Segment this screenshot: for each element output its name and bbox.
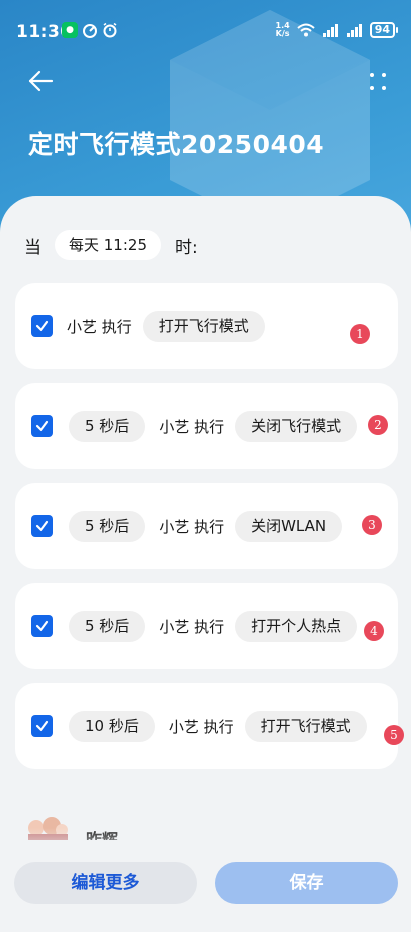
checkmark-icon [35,720,49,732]
step-badge: 3 [362,515,382,535]
action-pill[interactable]: 关闭飞行模式 [235,410,358,442]
action-card-2[interactable]: 5 秒后 小艺 执行 关闭飞行模式 2 [15,383,398,469]
executor-label: 小艺 执行 [159,517,225,536]
more-options-icon[interactable] [367,70,389,94]
speedometer-icon [83,24,97,38]
action-checkbox[interactable] [31,715,53,737]
signal-icon [322,24,338,37]
action-checkbox[interactable] [31,415,53,437]
save-button[interactable]: 保存 [215,862,398,904]
action-card-3[interactable]: 5 秒后 小艺 执行 关闭WLAN 3 [15,483,398,569]
step-badge: 1 [350,324,370,344]
signal-icon-2 [346,24,362,37]
checkmark-icon [35,420,49,432]
checkmark-icon [35,520,49,532]
network-speed: 1.4 K/s [275,21,290,38]
trigger-suffix: 时: [175,237,198,258]
action-checkbox[interactable] [31,315,53,337]
page-title: 定时飞行模式20250404 [28,130,325,159]
battery-indicator: 94 [369,22,399,38]
trigger-condition: 当 每天 11:25 时: [24,230,198,260]
trigger-time-pill[interactable]: 每天 11:25 [55,230,161,260]
checkmark-icon [35,620,49,632]
step-badge: 2 [368,415,388,435]
trigger-prefix: 当 [24,237,41,258]
wifi-icon [297,23,315,37]
edit-more-button[interactable]: 编辑更多 [14,862,197,904]
bottom-action-bar: 编辑更多 保存 [0,850,411,932]
action-checkbox[interactable] [31,515,53,537]
step-badge: 5 [384,725,404,745]
status-system-icons: 1.4 K/s 94 [275,21,399,38]
delay-pill[interactable]: 5 秒后 [69,510,146,542]
action-pill[interactable]: 打开飞行模式 [142,310,265,342]
status-notification-icons: ● [62,22,118,38]
wechat-icon: ● [62,22,78,38]
action-pill[interactable]: 打开飞行模式 [244,710,367,742]
executor-label: 小艺 执行 [159,617,225,636]
action-card-1[interactable]: 小艺 执行 打开飞行模式 1 [15,283,398,369]
action-pill[interactable]: 打开个人热点 [235,610,358,642]
action-card-5[interactable]: 10 秒后 小艺 执行 打开飞行模式 5 [15,683,404,769]
executor-label: 小艺 执行 [168,717,234,736]
delay-pill[interactable]: 5 秒后 [69,610,146,642]
executor-label: 小艺 执行 [67,317,132,336]
delay-pill[interactable]: 5 秒后 [69,410,146,442]
action-checkbox[interactable] [31,615,53,637]
alarm-icon [103,22,117,38]
checkmark-icon [35,320,49,332]
executor-label: 小艺 执行 [159,417,225,436]
action-card-4[interactable]: 5 秒后 小艺 执行 打开个人热点 4 [15,583,398,669]
action-pill[interactable]: 关闭WLAN [235,510,343,542]
back-arrow-icon[interactable] [26,66,56,96]
delay-pill[interactable]: 10 秒后 [69,710,155,742]
status-bar: 11:30 ● 1.4 K/s 94 [0,0,411,60]
step-badge: 4 [364,621,384,641]
